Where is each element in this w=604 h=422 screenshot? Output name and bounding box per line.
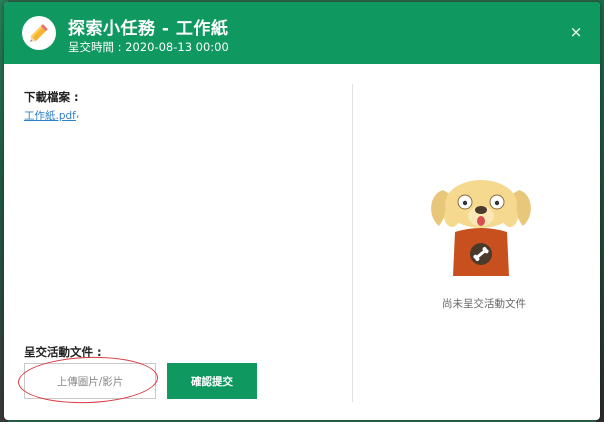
- file-separator: ,: [76, 108, 80, 120]
- dialog-title: 探索小任務 - 工作紙: [68, 19, 229, 39]
- close-icon[interactable]: ×: [566, 22, 586, 42]
- empty-state-text: 尚未呈交活動文件: [442, 298, 526, 310]
- download-label: 下載檔案 :: [24, 90, 79, 104]
- task-dialog: 探索小任務 - 工作紙 呈交時間 : 2020-08-13 00:00 × 下載…: [4, 2, 600, 420]
- pencil-icon: [22, 16, 56, 50]
- scared-dog-mascot: [431, 180, 531, 276]
- submission-deadline: 呈交時間 : 2020-08-13 00:00: [68, 40, 229, 54]
- download-section: 下載檔案 : 工作紙.pdf , 呈交活動文件 : 上傳圖片/影片 確認提交: [4, 64, 352, 420]
- worksheet-file-link[interactable]: 工作紙.pdf: [24, 108, 76, 123]
- submission-status: 尚未呈交活動文件: [353, 64, 600, 420]
- dialog-header: 探索小任務 - 工作紙 呈交時間 : 2020-08-13 00:00 ×: [4, 2, 600, 64]
- confirm-submit-button[interactable]: 確認提交: [167, 363, 257, 399]
- submit-files-label: 呈交活動文件 :: [24, 345, 102, 359]
- upload-media-button[interactable]: 上傳圖片/影片: [24, 363, 156, 399]
